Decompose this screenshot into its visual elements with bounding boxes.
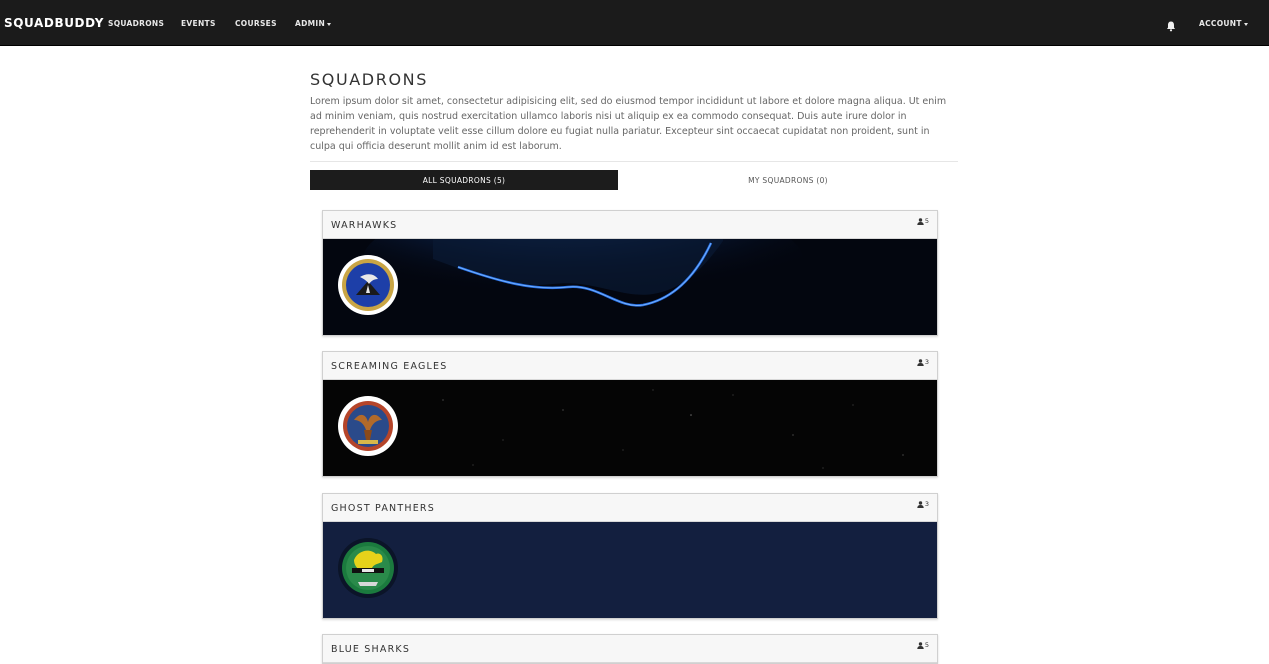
squadron-name: WARHAWKS: [331, 220, 398, 231]
user-icon: [917, 641, 924, 649]
squadron-card-warhawks[interactable]: WARHAWKS 5: [322, 210, 938, 336]
squadron-banner: [323, 380, 937, 476]
member-count: 3: [917, 358, 929, 366]
card-header: WARHAWKS 5: [323, 211, 937, 239]
member-count: 5: [917, 641, 929, 649]
squadron-emblem: [338, 255, 398, 315]
page-title: SQUADRONS: [310, 70, 428, 89]
squadron-name: BLUE SHARKS: [331, 644, 411, 655]
squadron-name: GHOST PANTHERS: [331, 503, 435, 514]
member-count-value: 5: [924, 217, 929, 225]
chevron-down-icon: [1243, 22, 1248, 26]
member-count-value: 3: [924, 500, 929, 508]
member-count-value: 3: [924, 358, 929, 366]
tab-all-squadrons[interactable]: ALL SQUADRONS (5): [310, 170, 618, 190]
chevron-down-icon: [327, 22, 332, 26]
user-icon: [917, 358, 924, 366]
member-count-value: 5: [924, 641, 929, 649]
user-icon: [917, 500, 924, 508]
tab-my-squadrons[interactable]: MY SQUADRONS (0): [618, 170, 958, 190]
nav-admin-dropdown[interactable]: ADMIN: [295, 19, 332, 28]
squadron-name: SCREAMING EAGLES: [331, 361, 448, 372]
nav-events[interactable]: EVENTS: [181, 19, 216, 28]
divider: [310, 161, 958, 162]
nav-courses[interactable]: COURSES: [235, 19, 277, 28]
top-navbar: SQUADBUDDY SQUADRONS EVENTS COURSES ADMI…: [0, 0, 1269, 46]
user-icon: [917, 217, 924, 225]
member-count: 5: [917, 217, 929, 225]
nav-account-dropdown[interactable]: ACCOUNT: [1199, 19, 1248, 28]
brand-logo[interactable]: SQUADBUDDY: [4, 16, 104, 30]
squadron-emblem: [338, 538, 398, 598]
squadron-card-blue-sharks[interactable]: BLUE SHARKS 5: [322, 634, 938, 664]
squadron-banner: [323, 522, 937, 618]
card-header: GHOST PANTHERS 3: [323, 494, 937, 522]
member-count: 3: [917, 500, 929, 508]
squadron-banner: [323, 239, 937, 335]
card-header: BLUE SHARKS 5: [323, 635, 937, 663]
page-description: Lorem ipsum dolor sit amet, consectetur …: [310, 96, 947, 152]
nav-squadrons[interactable]: SQUADRONS: [108, 19, 164, 28]
squadron-card-ghost-panthers[interactable]: GHOST PANTHERS 3: [322, 493, 938, 619]
squadron-emblem: [338, 396, 398, 456]
nav-account-label: ACCOUNT: [1199, 19, 1242, 28]
nav-admin-label: ADMIN: [295, 19, 326, 28]
card-header: SCREAMING EAGLES 3: [323, 352, 937, 380]
bell-icon[interactable]: [1166, 17, 1176, 32]
squadron-card-screaming-eagles[interactable]: SCREAMING EAGLES 3: [322, 351, 938, 477]
